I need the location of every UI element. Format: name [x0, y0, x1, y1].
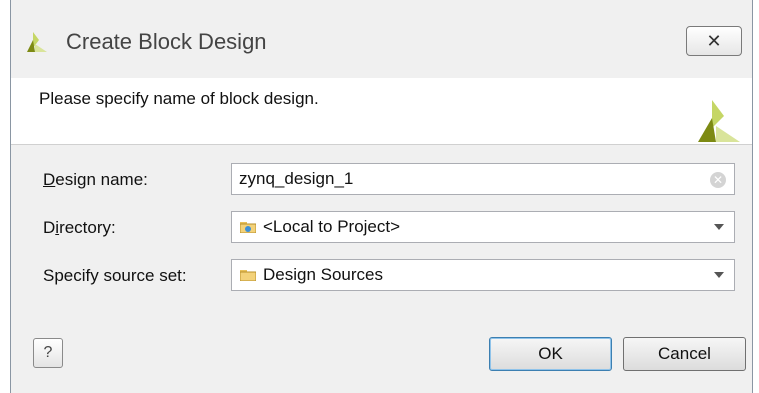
design-name-label: Design name:	[43, 170, 148, 189]
title-bar: Create Block Design ✕	[11, 0, 752, 79]
create-block-design-dialog: Create Block Design ✕ Please specify nam…	[10, 0, 753, 393]
header-message: Please specify name of block design.	[39, 89, 319, 108]
close-button[interactable]: ✕	[686, 26, 742, 56]
directory-dropdown[interactable]: <Local to Project>	[231, 211, 735, 243]
directory-label: Directory:	[43, 218, 116, 237]
source-set-dropdown[interactable]: Design Sources	[231, 259, 735, 291]
close-icon: ✕	[706, 30, 722, 51]
clear-icon[interactable]: ✕	[710, 172, 726, 188]
directory-value: <Local to Project>	[263, 217, 401, 236]
chevron-down-icon	[714, 272, 724, 278]
cancel-button[interactable]: Cancel	[623, 337, 746, 371]
ok-button[interactable]: OK	[489, 337, 612, 371]
help-button[interactable]: ?	[33, 338, 63, 368]
design-name-value: zynq_design_1	[239, 169, 354, 188]
window-title: Create Block Design	[66, 29, 267, 54]
source-set-label: Specify source set:	[43, 266, 187, 285]
vivado-logo-icon	[27, 32, 47, 52]
project-folder-icon	[240, 222, 256, 233]
help-icon: ?	[43, 344, 53, 361]
dialog-header: Please specify name of block design.	[11, 78, 752, 145]
chevron-down-icon	[714, 224, 724, 230]
folder-icon	[240, 270, 256, 281]
source-set-value: Design Sources	[263, 265, 384, 284]
design-name-field[interactable]: zynq_design_1 ✕	[231, 163, 735, 195]
vivado-logo-large-icon	[698, 100, 740, 142]
